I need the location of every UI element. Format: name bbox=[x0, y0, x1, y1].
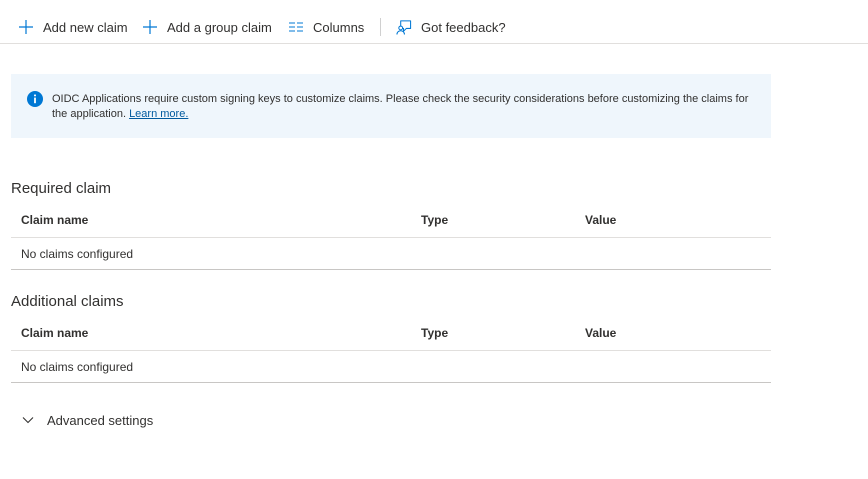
add-new-claim-label: Add new claim bbox=[43, 19, 128, 35]
empty-state-text: No claims configured bbox=[21, 247, 134, 261]
column-header-claim-name: Claim name bbox=[21, 326, 89, 340]
advanced-settings-toggle[interactable]: Advanced settings bbox=[21, 410, 153, 430]
info-icon bbox=[27, 91, 43, 107]
columns-button[interactable]: Columns bbox=[288, 16, 364, 38]
table-header-divider bbox=[11, 350, 771, 351]
add-group-claim-button[interactable]: Add a group claim bbox=[142, 16, 272, 38]
empty-state-text: No claims configured bbox=[21, 360, 134, 374]
table-bottom-divider bbox=[11, 382, 771, 383]
feedback-icon bbox=[396, 19, 412, 35]
info-message-bar: OIDC Applications require custom signing… bbox=[11, 74, 771, 138]
feedback-label: Got feedback? bbox=[421, 19, 506, 35]
add-group-claim-label: Add a group claim bbox=[167, 19, 272, 35]
chevron-down-icon bbox=[21, 413, 35, 427]
plus-icon bbox=[142, 19, 158, 35]
learn-more-link[interactable]: Learn more. bbox=[129, 108, 188, 120]
table-header-divider bbox=[11, 237, 771, 238]
column-header-claim-name: Claim name bbox=[21, 213, 89, 227]
columns-label: Columns bbox=[313, 19, 365, 35]
required-claim-title: Required claim bbox=[11, 180, 112, 197]
column-header-type: Type bbox=[421, 326, 449, 340]
add-new-claim-button[interactable]: Add new claim bbox=[18, 16, 128, 38]
toolbar-divider bbox=[380, 18, 381, 36]
table-bottom-divider bbox=[11, 269, 771, 270]
info-message: OIDC Applications require custom signing… bbox=[52, 92, 762, 122]
feedback-button[interactable]: Got feedback? bbox=[396, 16, 506, 38]
additional-claims-title: Additional claims bbox=[11, 293, 124, 310]
advanced-settings-label: Advanced settings bbox=[47, 412, 154, 428]
column-header-value: Value bbox=[585, 213, 617, 227]
columns-icon bbox=[288, 19, 304, 35]
column-header-value: Value bbox=[585, 326, 617, 340]
command-bar: Add new claim Add a group claim Columns … bbox=[0, 0, 868, 44]
column-header-type: Type bbox=[421, 213, 449, 227]
plus-icon bbox=[18, 19, 34, 35]
